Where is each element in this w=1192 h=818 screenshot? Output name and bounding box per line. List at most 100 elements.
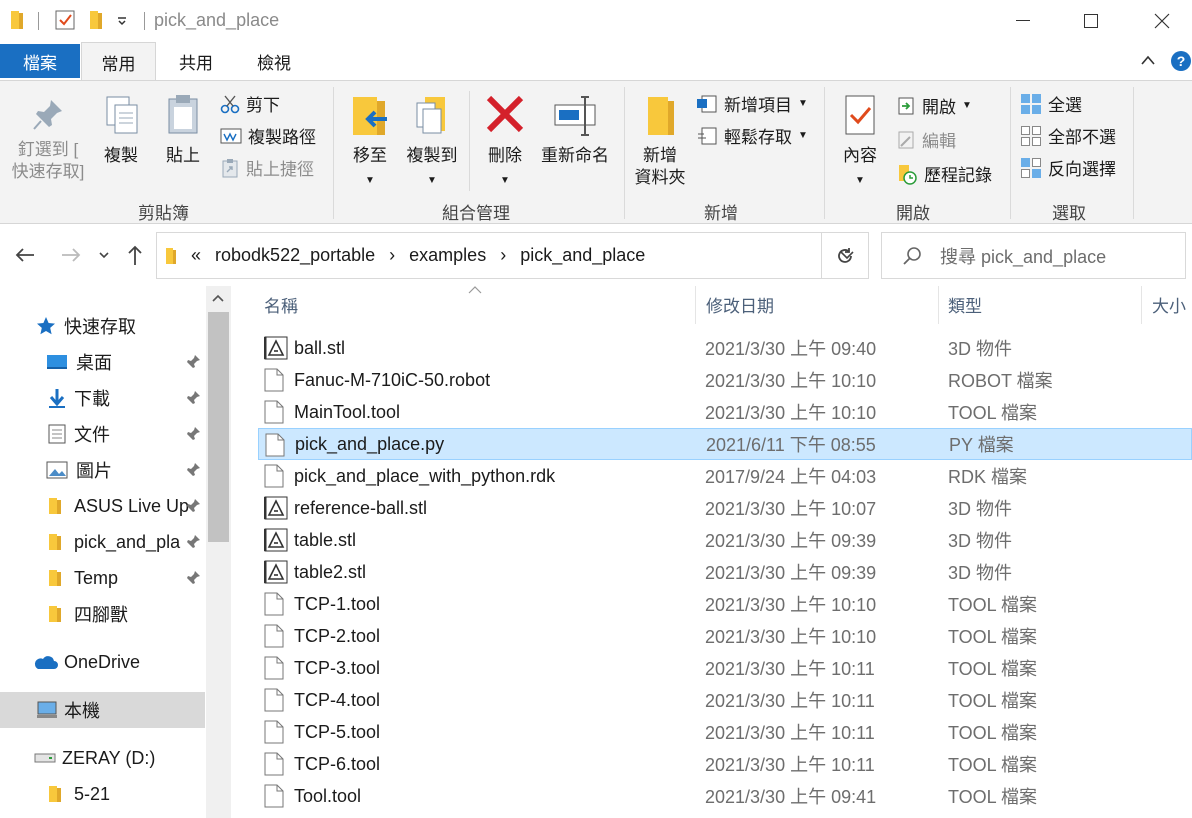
minimize-button[interactable] [1000, 0, 1046, 42]
back-arrow-icon[interactable] [14, 246, 36, 264]
nav-documents[interactable]: 文件 [0, 416, 205, 452]
forward-arrow-icon[interactable] [60, 246, 82, 264]
address-bar[interactable]: « robodk522_portable › examples › pick_a… [156, 232, 869, 279]
properties-check-icon[interactable] [54, 9, 76, 31]
pin-icon[interactable] [187, 426, 201, 442]
collapse-ribbon-icon[interactable] [1140, 54, 1156, 66]
copy-to-button[interactable]: 複製到 ▼ [402, 93, 462, 192]
file-row[interactable]: ball.stl 2021/3/30 上午 09:40 3D 物件 [258, 332, 1192, 364]
nav-folder-quadruped[interactable]: 四腳獸 [0, 596, 205, 632]
maximize-button[interactable] [1068, 0, 1114, 42]
up-arrow-icon[interactable] [126, 244, 144, 266]
nav-folder-5-21[interactable]: 5-21 [0, 776, 205, 812]
file-icon [264, 752, 284, 781]
select-all-button[interactable]: 全選 [1020, 91, 1082, 116]
column-header-name[interactable]: 名稱 [264, 292, 298, 317]
pin-icon[interactable] [187, 390, 201, 406]
customize-qa-dropdown-icon[interactable] [116, 14, 128, 26]
breadcrumb-item[interactable]: pick_and_place [520, 245, 645, 266]
pin-to-quick-access-button[interactable]: 釘選到 [ 快速存取] [8, 97, 88, 183]
pin-icon[interactable] [187, 462, 201, 478]
file-row[interactable]: pick_and_place_with_python.rdk 2017/9/24 … [258, 460, 1192, 492]
select-none-button[interactable]: 全部不選 [1020, 123, 1116, 148]
nav-this-pc[interactable]: 本機 [0, 692, 205, 728]
pin-label-2: 快速存取] [11, 162, 85, 181]
close-button[interactable] [1139, 0, 1185, 42]
help-icon[interactable]: ? [1170, 50, 1192, 72]
chevron-right-icon[interactable]: › [389, 245, 395, 266]
nav-desktop[interactable]: 桌面 [0, 344, 205, 380]
copy-label: 複製 [104, 146, 138, 165]
file-row[interactable]: TCP-1.tool 2021/3/30 上午 10:10 TOOL 檔案 [258, 588, 1192, 620]
nav-scrollbar[interactable] [206, 286, 231, 818]
pin-icon[interactable] [187, 570, 201, 586]
nav-downloads[interactable]: 下載 [0, 380, 205, 416]
easy-access-button[interactable]: 輕鬆存取 ▼ [696, 123, 808, 148]
column-separator[interactable] [1141, 286, 1142, 324]
open-label: 開啟 [922, 98, 956, 117]
open-button[interactable]: 開啟 ▼ [896, 93, 972, 118]
column-header-size[interactable]: 大小 [1152, 292, 1186, 317]
paste-button[interactable]: 貼上 [160, 93, 206, 167]
column-separator[interactable] [938, 286, 939, 324]
nav-label: ZERAY (D:) [62, 747, 156, 768]
pin-icon[interactable] [187, 498, 201, 514]
file-row[interactable]: Tool.tool 2021/3/30 上午 09:41 TOOL 檔案 [258, 780, 1192, 812]
nav-onedrive[interactable]: OneDrive [0, 644, 205, 680]
scroll-up-icon[interactable] [212, 294, 224, 302]
file-row[interactable]: Fanuc-M-710iC-50.robot 2021/3/30 上午 10:10… [258, 364, 1192, 396]
copy-button[interactable]: 複製 [98, 93, 144, 167]
paste-shortcut-button[interactable]: 貼上捷徑 [220, 155, 314, 180]
breadcrumb-item[interactable]: robodk522_portable [215, 245, 375, 266]
search-box[interactable]: 搜尋 pick_and_place [881, 232, 1186, 279]
breadcrumb-item[interactable]: examples [409, 245, 486, 266]
properties-button[interactable]: 內容 ▼ [836, 93, 884, 192]
column-header-type[interactable]: 類型 [948, 292, 982, 317]
file-row[interactable]: reference-ball.stl 2021/3/30 上午 10:07 3D 物… [258, 492, 1192, 524]
new-item-button[interactable]: 新增項目 ▼ [696, 91, 808, 116]
breadcrumb-overflow[interactable]: « [191, 245, 201, 266]
file-row[interactable]: table2.stl 2021/3/30 上午 09:39 3D 物件 [258, 556, 1192, 588]
nav-quick-access[interactable]: 快速存取 [0, 308, 205, 344]
file-row[interactable]: pick_and_place.py 2021/6/11 下午 08:55 PY 檔案 [258, 428, 1192, 460]
pin-icon[interactable] [187, 354, 201, 370]
file-row[interactable]: table.stl 2021/3/30 上午 09:39 3D 物件 [258, 524, 1192, 556]
scrollbar-thumb[interactable] [208, 312, 229, 542]
recent-locations-icon[interactable] [98, 250, 110, 260]
delete-button[interactable]: 刪除 ▼ [482, 93, 528, 192]
file-row[interactable]: TCP-6.tool 2021/3/30 上午 10:11 TOOL 檔案 [258, 748, 1192, 780]
move-to-button[interactable]: 移至 ▼ [346, 93, 394, 192]
new-folder-icon [648, 97, 674, 135]
rename-button[interactable]: 重新命名 [536, 93, 614, 167]
copy-path-button[interactable]: 複製路徑 [220, 123, 316, 148]
invert-selection-button[interactable]: 反向選擇 [1020, 155, 1116, 180]
file-row[interactable]: TCP-5.tool 2021/3/30 上午 10:11 TOOL 檔案 [258, 716, 1192, 748]
file-row[interactable]: TCP-2.tool 2021/3/30 上午 10:10 TOOL 檔案 [258, 620, 1192, 652]
column-separator[interactable] [695, 286, 696, 324]
nav-label: 本機 [64, 701, 100, 721]
file-type: TOOL 檔案 [948, 627, 1038, 647]
new-folder-qa-icon[interactable] [89, 9, 103, 31]
column-header-date[interactable]: 修改日期 [706, 292, 774, 317]
file-row[interactable]: TCP-4.tool 2021/3/30 上午 10:11 TOOL 檔案 [258, 684, 1192, 716]
pin-icon[interactable] [187, 534, 201, 550]
refresh-button[interactable] [822, 233, 868, 278]
nav-folder-pick-and-place[interactable]: pick_and_pla [0, 524, 205, 560]
nav-pictures[interactable]: 圖片 [0, 452, 205, 488]
edit-button[interactable]: 編輯 [896, 127, 956, 152]
chevron-right-icon[interactable]: › [500, 245, 506, 266]
new-folder-button[interactable]: 新增 資料夾 [632, 93, 688, 189]
nav-drive-d[interactable]: ZERAY (D:) [0, 740, 205, 776]
file-date: 2021/3/30 上午 09:40 [705, 339, 877, 359]
tab-share[interactable]: 共用 [158, 42, 234, 80]
nav-folder-asus[interactable]: ASUS Live Up [0, 488, 205, 524]
tab-home[interactable]: 常用 [81, 42, 156, 81]
tab-view[interactable]: 檢視 [236, 42, 312, 80]
select-group-label: 選取 [1052, 204, 1086, 223]
history-button[interactable]: 歷程記錄 [896, 161, 992, 186]
file-row[interactable]: MainTool.tool 2021/3/30 上午 10:10 TOOL 檔案 [258, 396, 1192, 428]
nav-folder-temp[interactable]: Temp [0, 560, 205, 596]
tab-file[interactable]: 檔案 [0, 44, 80, 78]
file-row[interactable]: TCP-3.tool 2021/3/30 上午 10:11 TOOL 檔案 [258, 652, 1192, 684]
cut-button[interactable]: 剪下 [220, 91, 280, 116]
